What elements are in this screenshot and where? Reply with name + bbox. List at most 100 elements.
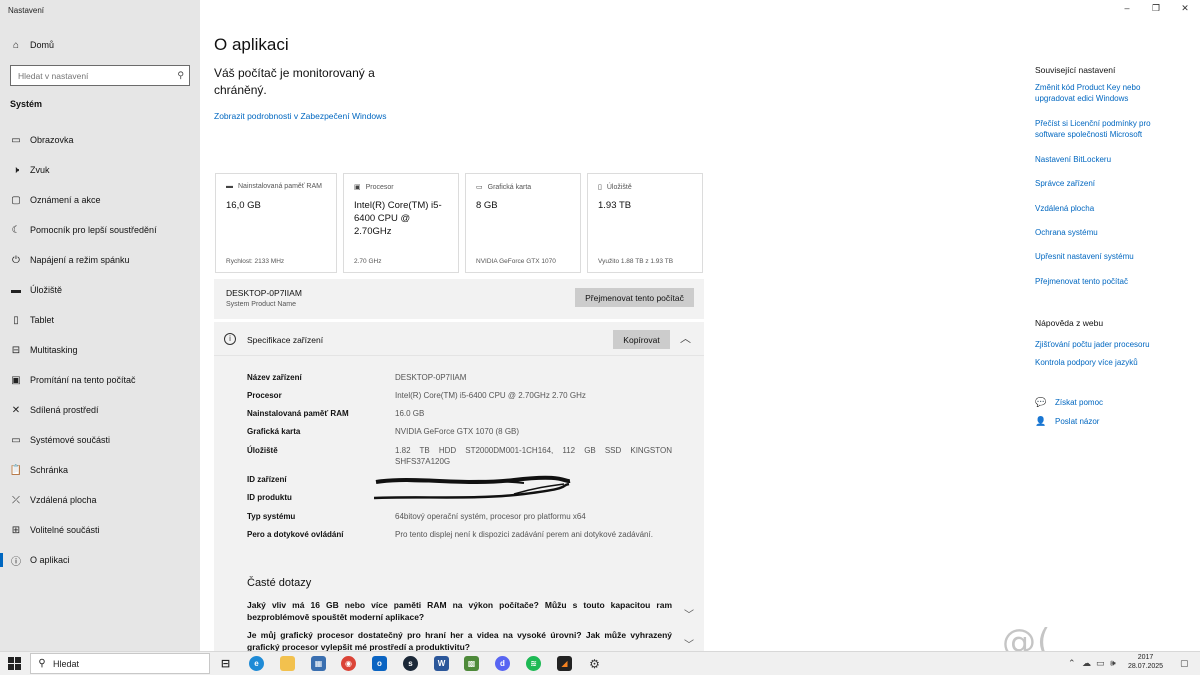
system-product-name: System Product Name <box>226 301 297 308</box>
card-caption: Grafická karta <box>487 183 532 191</box>
taskbar-search-box[interactable]: ⚲ Hledat <box>30 653 210 674</box>
web-help-link[interactable]: Kontrola podpory více jazyků <box>1035 357 1175 368</box>
settings-sidebar: Nastavení ⌂ Domů ⚲ Systém ▭ Obrazovka 🕨 … <box>0 0 200 651</box>
ram-icon: ▬ <box>226 183 233 190</box>
3dmark-icon[interactable]: ◢ <box>557 656 572 671</box>
spec-key: Grafická karta <box>247 427 301 436</box>
related-settings-title: Související nastavení <box>1035 65 1116 75</box>
rename-pc-button[interactable]: Přejmenovat tento počítač <box>575 288 694 307</box>
outlook-icon[interactable]: o <box>372 656 387 671</box>
cpu-card: ▣ Procesor Intel(R) Core(TM) i5-6400 CPU … <box>343 173 459 273</box>
clock-time: 2017 <box>1137 654 1154 661</box>
task-view-icon[interactable]: ⊟ <box>218 656 233 671</box>
info-icon: ⓘ <box>11 556 21 568</box>
sidebar-item-power[interactable]: ⏻ Napájení a režim spánku <box>0 248 200 272</box>
specifications-title: Specifikace zařízení <box>247 335 324 345</box>
sidebar-item-label: Zvuk <box>30 165 50 175</box>
related-link[interactable]: Nastavení BitLockeru <box>1035 154 1175 165</box>
specifications-header[interactable]: i Specifikace zařízení Kopírovat ︿ <box>214 322 704 356</box>
sidebar-item-tablet[interactable]: ▯ Tablet <box>0 308 200 332</box>
steam-icon[interactable]: s <box>403 656 418 671</box>
sidebar-item-notifications[interactable]: ▢ Oznámení a akce <box>0 188 200 212</box>
sidebar-item-clipboard[interactable]: 📋 Schránka <box>0 458 200 482</box>
sidebar-item-label: Obrazovka <box>30 135 74 145</box>
spotify-icon[interactable]: ≋ <box>526 656 541 671</box>
chat-help-icon: 💬 <box>1035 397 1047 407</box>
speaker-icon: 🕨 <box>12 164 20 176</box>
sidebar-item-home[interactable]: ⌂ Domů <box>0 33 200 57</box>
cpu-icon: ▣ <box>354 184 361 191</box>
spec-value: Pro tento displej není k dispozici zadáv… <box>395 530 653 539</box>
related-link[interactable]: Upřesnit nastavení systému <box>1035 251 1175 262</box>
chevron-down-icon[interactable]: ﹀ <box>684 606 694 621</box>
chevron-down-icon[interactable]: ﹀ <box>684 636 694 651</box>
sidebar-item-label: Promítání na tento počítač <box>30 375 136 385</box>
chevron-up-icon[interactable]: ︿ <box>680 330 691 346</box>
copy-button[interactable]: Kopírovat <box>613 330 670 349</box>
spec-key: Pero a dotykové ovládání <box>247 530 344 539</box>
feedback-link[interactable]: 👤 Poslat názor <box>1035 416 1099 427</box>
chrome-icon[interactable]: ◉ <box>341 656 356 671</box>
spec-key: Nainstalovaná paměť RAM <box>247 409 349 418</box>
sidebar-item-components[interactable]: ▭ Systémové součásti <box>0 428 200 452</box>
card-caption: Nainstalovaná paměť RAM <box>238 183 322 190</box>
store-icon[interactable]: ▦ <box>311 656 326 671</box>
get-help-link[interactable]: 💬 Získat pomoc <box>1035 397 1103 408</box>
minimize-button[interactable]: – <box>1120 3 1134 13</box>
related-link[interactable]: Správce zařízení <box>1035 178 1175 189</box>
shared-icon: ✕ <box>11 404 21 416</box>
sidebar-item-storage[interactable]: ▬ Úložiště <box>0 278 200 302</box>
minecraft-icon[interactable]: ▩ <box>464 656 479 671</box>
moon-icon: ☾ <box>11 224 21 236</box>
windows-start-button[interactable] <box>8 657 21 670</box>
volume-icon[interactable]: 🕪 <box>1110 658 1116 669</box>
discord-icon[interactable]: d <box>495 656 510 671</box>
sidebar-item-multitasking[interactable]: ⊟ Multitasking <box>0 338 200 362</box>
settings-search-box[interactable]: ⚲ <box>10 65 190 86</box>
taskbar-clock[interactable]: 2017 28.07.2025 <box>1128 653 1163 671</box>
sidebar-item-focus-assist[interactable]: ☾ Pomocník pro lepší soustředění <box>0 218 200 242</box>
multitasking-icon: ⊟ <box>11 344 21 356</box>
sidebar-item-label: Sdílená prostředí <box>30 405 99 415</box>
sidebar-item-shared[interactable]: ✕ Sdílená prostředí <box>0 398 200 422</box>
page-title: O aplikaci <box>214 35 289 54</box>
close-button[interactable]: ✕ <box>1178 3 1192 14</box>
faq-question[interactable]: Jaký vliv má 16 GB nebo více paměti RAM … <box>247 599 672 623</box>
related-link[interactable]: Přečíst si Licenční podmínky pro softwar… <box>1035 118 1175 140</box>
sidebar-item-sound[interactable]: 🕨 Zvuk <box>0 158 200 182</box>
sidebar-item-label: Vzdálená plocha <box>30 495 97 505</box>
spec-key: Název zařízení <box>247 373 302 382</box>
onedrive-icon[interactable]: ☁ <box>1082 658 1091 669</box>
sidebar-item-about[interactable]: ⓘ O aplikaci <box>0 548 200 572</box>
sidebar-section-title: Systém <box>10 99 43 109</box>
settings-search-input[interactable] <box>18 70 168 81</box>
network-icon[interactable]: ▭ <box>1096 658 1105 669</box>
related-link[interactable]: Změnit kód Product Key nebo upgradovat e… <box>1035 82 1175 104</box>
taskbar: ⚲ Hledat ⊟ e ▦ ◉ o s W ▩ d ≋ ◢ ⚙ ⌃ ☁ ▭ 🕪… <box>0 651 1200 675</box>
word-icon[interactable]: W <box>434 656 449 671</box>
faq-question[interactable]: Je můj grafický procesor dostatečný pro … <box>247 629 672 651</box>
sidebar-item-projecting[interactable]: ▣ Promítání na tento počítač <box>0 368 200 392</box>
settings-gear-icon[interactable]: ⚙ <box>587 656 602 671</box>
notification-icon: ▢ <box>11 194 21 206</box>
web-help-link[interactable]: Zjišťování počtu jader procesoru <box>1035 339 1175 350</box>
notification-center-icon[interactable]: ▢ <box>1180 658 1189 669</box>
web-help-title: Nápověda z webu <box>1035 318 1104 328</box>
security-details-link[interactable]: Zobrazit podrobnosti v Zabezpečení Windo… <box>214 111 386 121</box>
maximize-button[interactable]: ❐ <box>1149 3 1163 14</box>
related-link[interactable]: Ochrana systému <box>1035 227 1175 238</box>
chevron-up-icon[interactable]: ⌃ <box>1068 658 1076 669</box>
sidebar-item-display[interactable]: ▭ Obrazovka <box>0 128 200 152</box>
redaction-scribble <box>374 475 571 500</box>
sidebar-item-label: O aplikaci <box>30 555 70 565</box>
sidebar-item-remote-desktop[interactable]: ⤫ Vzdálená plocha <box>0 488 200 512</box>
related-link[interactable]: Přejmenovat tento počítač <box>1035 276 1175 287</box>
related-link[interactable]: Vzdálená plocha <box>1035 203 1175 214</box>
edge-icon[interactable]: e <box>249 656 264 671</box>
sidebar-item-label: Volitelné součásti <box>30 525 100 535</box>
sidebar-item-optional-features[interactable]: ⊞ Volitelné součásti <box>0 518 200 542</box>
file-explorer-icon[interactable] <box>280 656 295 671</box>
sidebar-item-label: Systémové součásti <box>30 435 111 445</box>
monitor-icon: ▭ <box>11 134 21 146</box>
card-caption: Procesor <box>365 183 394 191</box>
